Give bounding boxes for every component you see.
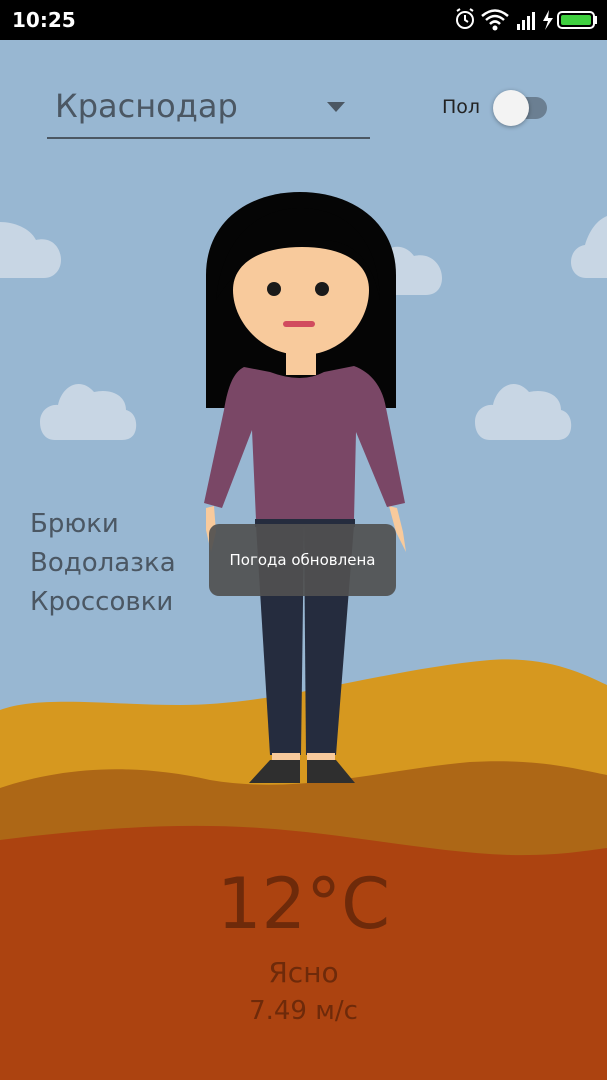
left-eye bbox=[267, 282, 281, 296]
clothing-item: Кроссовки bbox=[30, 587, 174, 617]
wind-speed: 7.49 м/с bbox=[249, 996, 358, 1026]
status-time: 10:25 bbox=[12, 8, 76, 32]
cloud-icon bbox=[40, 384, 137, 440]
status-bar: 10:25 bbox=[0, 0, 607, 40]
clothing-list: Брюки Водолазка Кроссовки bbox=[30, 505, 176, 622]
dropdown-arrow-icon bbox=[327, 99, 345, 117]
mouth bbox=[283, 321, 315, 327]
right-eye bbox=[315, 282, 329, 296]
clothing-item: Водолазка bbox=[30, 548, 176, 578]
cloud-icon bbox=[475, 384, 572, 440]
status-icons bbox=[449, 6, 599, 34]
city-dropdown-value: Краснодар bbox=[55, 87, 238, 125]
gender-toggle[interactable] bbox=[493, 90, 549, 126]
sweater bbox=[204, 366, 405, 520]
toast-text: Погода обновлена bbox=[229, 551, 376, 569]
signal-icon bbox=[517, 12, 535, 30]
ankle-left bbox=[272, 753, 300, 761]
gender-toggle-thumb bbox=[493, 90, 529, 126]
weather-info: 12°C Ясно 7.49 м/с bbox=[0, 850, 607, 1028]
weather-condition: Ясно bbox=[268, 956, 339, 989]
city-dropdown[interactable]: Краснодар bbox=[47, 83, 370, 139]
clothing-item: Брюки bbox=[30, 509, 119, 539]
ankle-right bbox=[307, 753, 335, 761]
toast-message: Погода обновлена bbox=[209, 524, 396, 596]
temperature: 12°C bbox=[217, 863, 390, 945]
gender-label: Пол bbox=[442, 96, 481, 118]
charging-icon bbox=[543, 10, 553, 30]
alarm-icon bbox=[456, 8, 474, 29]
cloud-icon bbox=[571, 216, 607, 278]
wifi-icon bbox=[481, 9, 509, 31]
cloud-icon bbox=[0, 222, 61, 278]
battery-icon bbox=[557, 11, 597, 29]
